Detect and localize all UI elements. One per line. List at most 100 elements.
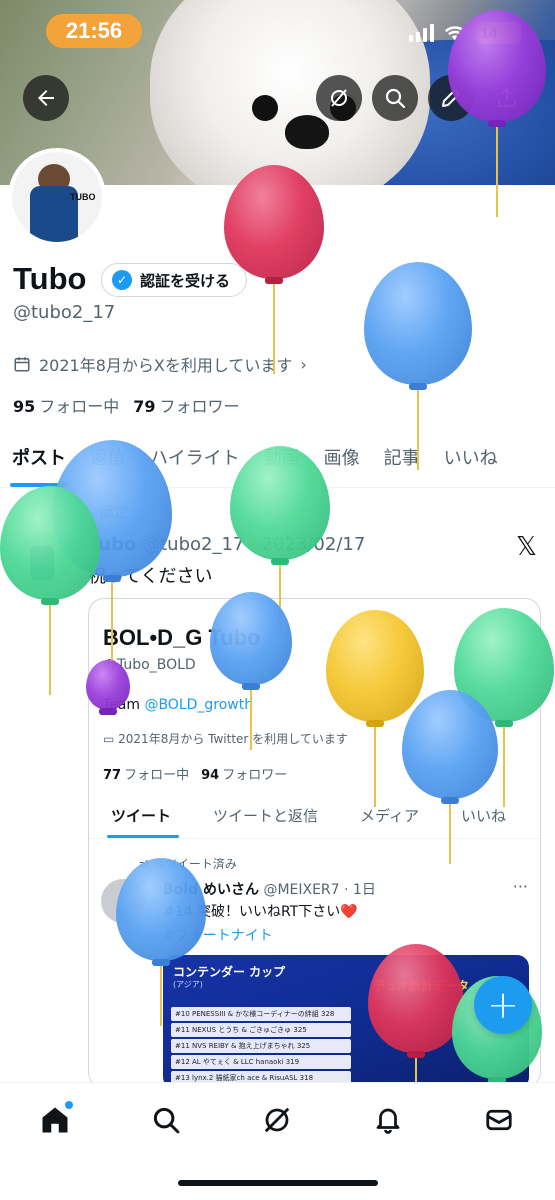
bell-icon [376, 1108, 400, 1134]
card-tab-tweets: ツイート [89, 795, 191, 838]
followers-count: 79 [133, 397, 156, 416]
battery-indicator: 14⚡ [475, 22, 521, 44]
tab-likes[interactable]: いいね [432, 436, 510, 487]
tab-posts[interactable]: ポスト [0, 436, 78, 487]
status-indicators: 14⚡ [408, 22, 521, 44]
grok-icon [264, 1107, 290, 1133]
battery-level: 14 [480, 25, 498, 42]
following-count: 95 [13, 397, 36, 416]
chevron-right-icon: › [300, 354, 307, 374]
card-bio-link: @BOLD_growth [144, 697, 254, 713]
follow-stats: 95 フォロー中 79 フォロワー [13, 393, 240, 417]
card-tab-replies: ツイートと返信 [213, 807, 319, 825]
tweet-author-name[interactable]: Tubo [88, 534, 136, 555]
tab-photos[interactable]: 画像 [312, 436, 372, 487]
edit-button[interactable] [428, 75, 474, 121]
card-tab-media: メディア [360, 807, 419, 825]
profile-handle: @tubo2_17 [13, 302, 116, 323]
charging-icon: ⚡ [497, 25, 516, 42]
tweet-header: Tubo @tubo2_17 · 2023/02/17 [88, 534, 365, 555]
grok-button[interactable] [316, 75, 362, 121]
card-profile-handle: @Tubo_BOLD [103, 657, 196, 673]
calendar-icon [14, 357, 30, 372]
notification-dot [65, 1101, 73, 1109]
card-rt-avatar [101, 879, 145, 923]
card-bio: Team @BOLD_growth [103, 697, 253, 713]
back-button[interactable] [23, 75, 69, 121]
card-retweet-text: リツイート済み [152, 857, 237, 871]
image-subtitle: (アジア) [173, 980, 203, 989]
nav-grok[interactable] [260, 1103, 294, 1137]
tab-replies[interactable]: 返信 [78, 436, 138, 487]
grok-explain-icon[interactable]: 𝕏 [516, 532, 537, 562]
green-balloon [0, 486, 100, 698]
nav-notifications[interactable] [371, 1103, 405, 1137]
card-rt-meta: @MEIXER7 · 1日 [263, 882, 376, 898]
tab-highlights[interactable]: ハイライト [138, 436, 252, 487]
status-time: 21:56 [46, 14, 142, 48]
card-joined-text: 2021年8月から Twitter を利用しています [118, 732, 348, 746]
search-icon [153, 1107, 180, 1134]
tab-articles[interactable]: 記事 [372, 436, 432, 487]
image-row: #12 AL やてぇく & LLC hanaoki 319 [171, 1055, 351, 1069]
profile-avatar[interactable]: TUBO [8, 148, 106, 246]
profile-name: Tubo [13, 261, 87, 296]
share-icon [498, 87, 516, 107]
search-button[interactable] [372, 75, 418, 121]
tweet-attached-image[interactable]: BOL•D_G Tubo @Tubo_BOLD Team @BOLD_growt… [88, 598, 541, 1088]
nav-home[interactable] [38, 1101, 73, 1137]
card-following-label: フォロー中 [124, 768, 190, 783]
card-bio-text: Team [103, 697, 145, 713]
joined-date-row[interactable]: 2021年8月からXを利用しています › [13, 352, 307, 376]
signal-icon [408, 24, 434, 42]
followers-label: フォロワー [159, 397, 240, 416]
card-followers: 94 フォロワー [201, 764, 287, 783]
mail-icon [486, 1109, 512, 1131]
dog-eye [252, 95, 278, 121]
card-followers-count: 94 [201, 768, 220, 783]
image-row: #10 PENESSIII & かな様コーディナーの絆組 328 [171, 1007, 351, 1021]
back-arrow-icon [38, 90, 54, 106]
profile-tabs: ポスト 返信 ハイライト 動画 画像 記事 いいね [0, 436, 555, 488]
compose-post-button[interactable]: + [474, 976, 532, 1034]
get-verified-button[interactable]: ✓ 認証を受ける [101, 263, 248, 297]
card-following-count: 77 [103, 768, 122, 783]
wifi-icon [444, 26, 465, 41]
joined-text: 2021年8月からXを利用しています [39, 356, 293, 375]
get-verified-label: 認証を受ける [140, 271, 231, 290]
avatar-logo: TUBO [70, 192, 96, 202]
plus-icon: + [487, 983, 519, 1027]
home-icon [42, 1107, 68, 1133]
tab-videos[interactable]: 動画 [252, 436, 312, 487]
card-rt-text: #14 突破！いいねRT下さい❤️ [163, 904, 358, 920]
grok-icon [331, 89, 347, 107]
share-button[interactable] [484, 75, 530, 121]
retweet-icon: ⇄ [139, 857, 153, 871]
card-tabs: ツイート ツイートと返信 メディア いいね [89, 795, 540, 839]
card-follow-stats: 77 フォロー中 94 フォロワー [103, 764, 287, 783]
nav-search[interactable] [149, 1103, 183, 1137]
tweet-text: 祝ってください [88, 566, 213, 587]
card-followers-label: フォロワー [222, 768, 288, 783]
card-rt-author: Bold めいさん [163, 882, 259, 898]
following-link[interactable]: 95 フォロー中 [13, 393, 119, 417]
followers-link[interactable]: 79 フォロワー [133, 393, 239, 417]
image-title: コンテンダー カップ [173, 965, 286, 979]
card-profile-name: BOL•D_G Tubo [103, 625, 261, 650]
pinned-label: 固定 [100, 505, 128, 521]
dog-nose [285, 115, 329, 149]
card-joined: ▭ 2021年8月から Twitter を利用しています [103, 730, 348, 747]
card-rt-image: コンテンダー カップ (アジア) デュオ統計データ #10 PENESSIII … [163, 955, 529, 1087]
image-row: #11 NEXUS とうち & ごきゅごきゅ 325 [171, 1023, 351, 1037]
edit-icon [442, 89, 460, 107]
card-following: 77 フォロー中 [103, 764, 189, 783]
tweet-author-avatar[interactable] [14, 532, 72, 590]
avatar-image: TUBO [12, 152, 102, 242]
card-tab-likes: いいね [460, 807, 506, 825]
verified-badge-icon: ✓ [112, 270, 132, 290]
nav-messages[interactable] [482, 1103, 516, 1137]
card-rt-hashtag: #フォートナイト [163, 928, 273, 944]
tweet-meta: @tubo2_17 · 2023/02/17 [142, 534, 366, 555]
image-right-title: デュオ統計データ [373, 979, 470, 993]
image-row: #11 NVS REIBY & 抱え上げまちゃれ 325 [171, 1039, 351, 1053]
